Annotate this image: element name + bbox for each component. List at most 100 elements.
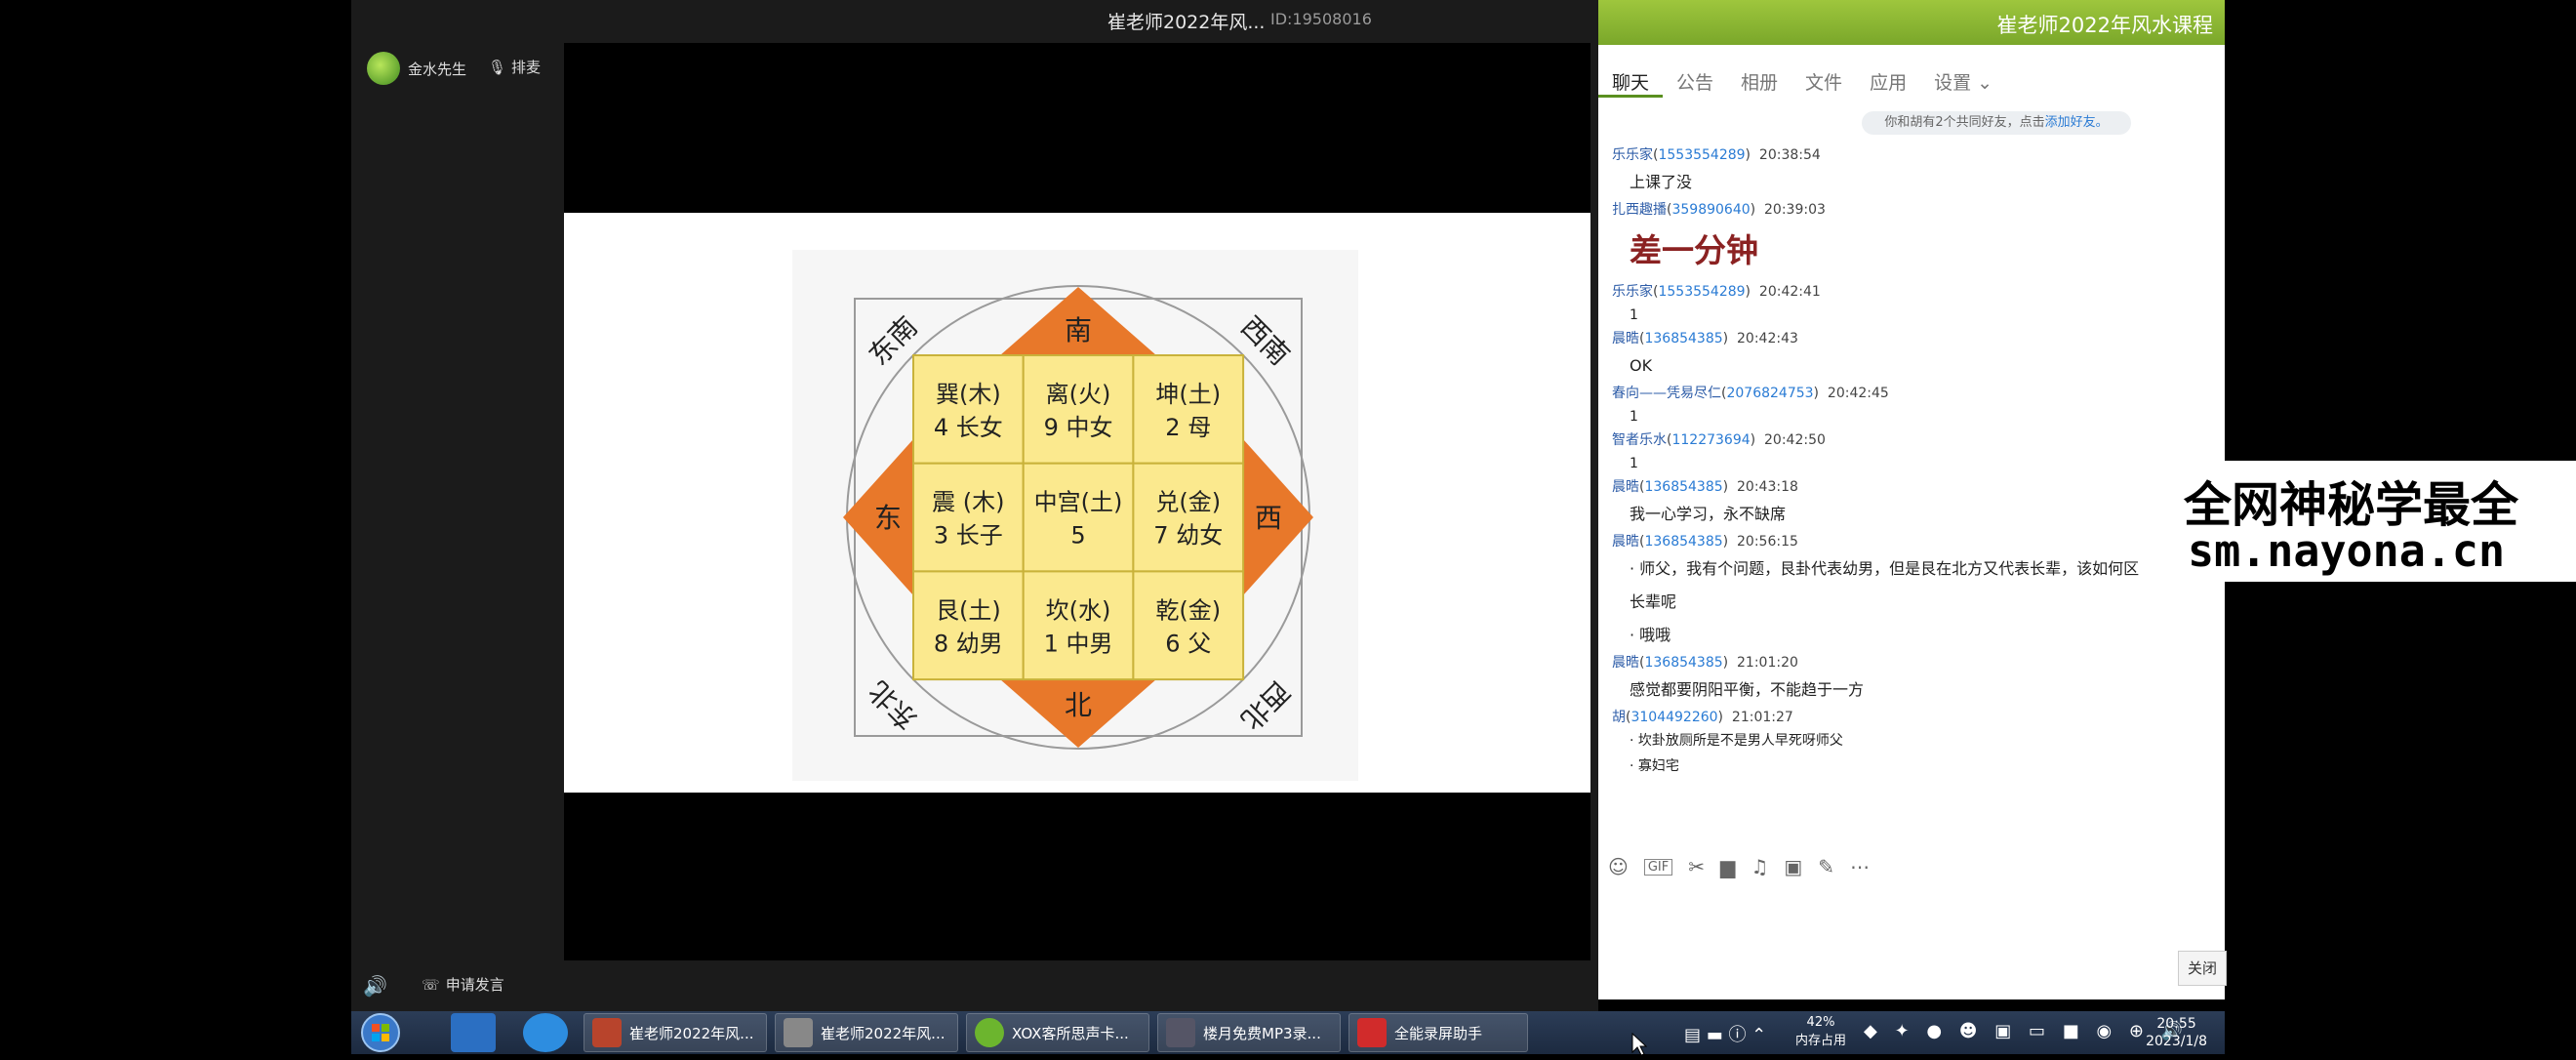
palace-number: 7 幼女 <box>1153 522 1223 550</box>
mute-icon[interactable]: ✎ <box>1818 855 1834 878</box>
message-time: 20:56:15 <box>1737 534 1798 550</box>
gif-icon[interactable]: GIF <box>1643 858 1673 876</box>
memory-percent: 42% <box>1806 1015 1835 1030</box>
palace-number: 2 母 <box>1165 414 1211 441</box>
image-icon[interactable]: ▣ <box>1784 855 1802 878</box>
tab-notice[interactable]: 公告 <box>1663 61 1727 98</box>
user-entry[interactable]: 金水先生 <box>367 51 466 86</box>
message-time: 21:01:20 <box>1737 655 1798 671</box>
task-item-5[interactable]: 全能录屏助手 <box>1348 1013 1528 1052</box>
clock[interactable]: 20:55 2023/1/8 <box>2146 1015 2207 1050</box>
message-sender[interactable]: 乐乐家 <box>1612 147 1653 163</box>
apply-speak-button[interactable]: ☏ 申请发言 <box>422 974 504 995</box>
message-sender[interactable]: 乐乐家 <box>1612 284 1653 300</box>
message-sender[interactable]: 扎西趣播 <box>1612 202 1667 218</box>
message-sender[interactable]: 智者乐水 <box>1612 432 1667 448</box>
palace-name: 震 (木) <box>932 489 1004 516</box>
message-sender[interactable]: 晨晧 <box>1612 534 1639 550</box>
mutual-friends-notice: 你和胡有2个共同好友，点击添加好友。 <box>1862 111 2131 135</box>
chat-header: 崔老师2022年风水课程 <box>1598 0 2225 45</box>
user-name: 金水先生 <box>408 60 467 78</box>
message-qq[interactable]: 359890640 <box>1671 202 1750 218</box>
message-qq[interactable]: 136854385 <box>1644 331 1722 347</box>
tab-apps[interactable]: 应用 <box>1856 61 1920 98</box>
folder-icon[interactable]: ▆ <box>1720 855 1735 878</box>
classroom-bottombar: 🔊 ☏ 申请发言 <box>351 960 1598 1011</box>
message-time: 20:43:18 <box>1737 479 1798 495</box>
message-sender[interactable]: 晨晧 <box>1612 655 1639 671</box>
task-item-1[interactable]: 崔老师2022年风... <box>584 1013 767 1052</box>
palace-name: 兑(金) <box>1155 489 1221 516</box>
message-body: · 哦哦 <box>1630 626 1671 644</box>
message-sender[interactable]: 春向——凭易尽仁 <box>1612 386 1721 401</box>
pinned-k-icon[interactable] <box>523 1013 568 1052</box>
apply-speak-label: 申请发言 <box>445 976 504 994</box>
palace-number: 6 父 <box>1165 630 1211 657</box>
palace-name: 巽(木) <box>936 381 1001 408</box>
message-qq[interactable]: 136854385 <box>1644 534 1722 550</box>
tab-album[interactable]: 相册 <box>1727 61 1791 98</box>
more-icon[interactable]: ⋯ <box>1850 855 1870 878</box>
message-body: 1 <box>1630 307 1638 323</box>
task-item-4[interactable]: 楼月免费MP3录... <box>1157 1013 1341 1052</box>
app-icon <box>975 1018 1004 1047</box>
tab-chat[interactable]: 聊天 <box>1598 61 1664 98</box>
message-body: 长辈呢 <box>1630 592 1677 611</box>
message-time: 20:42:43 <box>1737 331 1798 347</box>
scissors-icon[interactable]: ✂ <box>1688 855 1705 878</box>
palace-cell <box>1022 462 1135 573</box>
music-icon[interactable]: ♫ <box>1751 855 1768 878</box>
palace-name: 坤(土) <box>1155 381 1221 408</box>
message-qq[interactable]: 136854385 <box>1644 479 1722 495</box>
chat-tabs: 聊天 公告 相册 文件 应用 设置 ⌄ <box>1598 61 2225 98</box>
memory-indicator[interactable]: 42% 内存占用 <box>1795 1013 1846 1050</box>
emoji-icon[interactable]: ☺ <box>1608 855 1629 878</box>
speaker-icon[interactable]: 🔊 <box>363 974 387 998</box>
queue-mic-button[interactable]: 🎙 排麦 <box>488 57 541 77</box>
phone-icon: ☏ <box>422 975 440 994</box>
message-qq[interactable]: 3104492260 <box>1630 710 1717 725</box>
message-qq[interactable]: 1553554289 <box>1658 147 1745 163</box>
task-item-3[interactable]: XOX客所思声卡... <box>966 1013 1149 1052</box>
message-qq[interactable]: 1553554289 <box>1658 284 1745 300</box>
message-meta: 晨晧(136854385) 20:43:18 <box>1612 479 1798 495</box>
palace-number: 4 长女 <box>934 414 1003 441</box>
left-letterbox <box>0 0 351 1011</box>
palace-cell <box>912 354 1025 465</box>
message-qq[interactable]: 2076824753 <box>1726 386 1813 401</box>
start-button[interactable] <box>353 1011 406 1054</box>
message-qq[interactable]: 112273694 <box>1671 432 1750 448</box>
palace-cell <box>1022 354 1135 465</box>
add-friend-link[interactable]: 添加好友。 <box>2045 115 2109 130</box>
message-body: 1 <box>1630 409 1638 425</box>
message-body: · 寡妇宅 <box>1630 758 1679 774</box>
message-qq[interactable]: 136854385 <box>1644 655 1722 671</box>
avatar <box>367 52 400 85</box>
palace-cell <box>1132 462 1245 573</box>
direction-west: 西 <box>1255 502 1282 534</box>
queue-mic-label: 排麦 <box>511 59 542 76</box>
close-button[interactable]: 关闭 <box>2178 951 2227 986</box>
palace-cell <box>912 570 1025 681</box>
palace-cell <box>1132 570 1245 681</box>
chat-message-list: 乐乐家(1553554289) 20:38:54 上课了没 扎西趣播(3598906… <box>1612 144 2217 828</box>
direction-south: 南 <box>1065 314 1092 347</box>
message-sender[interactable]: 晨晧 <box>1612 479 1639 495</box>
tray-icons[interactable]: ▤ ▬ ⓘ ⌃ <box>1684 1021 1766 1046</box>
palace-name: 乾(金) <box>1155 596 1221 624</box>
task-item-2[interactable]: 崔老师2022年风... <box>775 1013 958 1052</box>
palace-name: 离(火) <box>1046 381 1111 408</box>
message-meta: 胡(3104492260) 21:01:27 <box>1612 710 1793 725</box>
tab-files[interactable]: 文件 <box>1791 61 1856 98</box>
pinned-app-icon[interactable] <box>451 1013 496 1052</box>
chat-input-area[interactable] <box>1598 884 2225 999</box>
message-sender[interactable]: 胡 <box>1612 710 1626 725</box>
message-body: 我一心学习，永不缺席 <box>1630 505 1787 523</box>
palace-number: 5 <box>1070 522 1085 550</box>
message-sender[interactable]: 晨晧 <box>1612 331 1639 347</box>
notification-icons[interactable]: ◆ ✦ ● ☻ ▣ ▭ ■ ◉ ⊕ 🔊 <box>1864 1021 2189 1041</box>
message-time: 20:38:54 <box>1758 147 1821 163</box>
tab-settings[interactable]: 设置 ⌄ <box>1920 61 2006 98</box>
classroom-titlebar: 崔老师2022年风... ID:19508016 <box>351 0 1598 43</box>
chat-input-toolbar: ☺ GIF ✂ ▆ ♫ ▣ ✎ ⋯ <box>1608 851 2223 882</box>
